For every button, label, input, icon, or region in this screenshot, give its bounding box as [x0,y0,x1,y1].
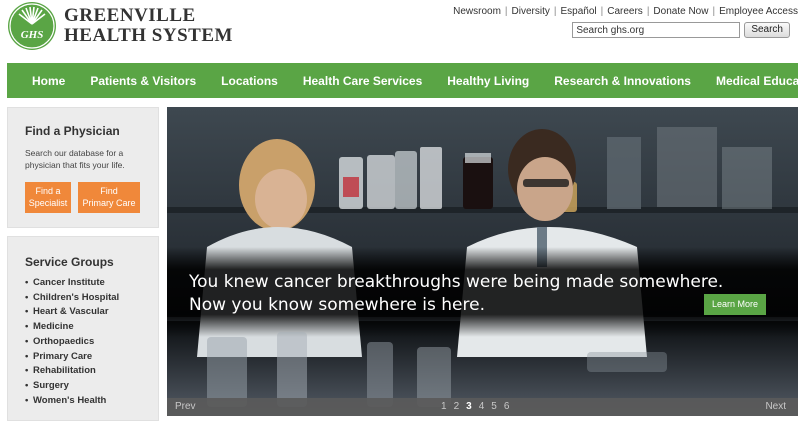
service-orthopaedics[interactable]: Orthopaedics [25,335,158,350]
service-groups-title: Service Groups [25,255,114,269]
link-employee-access[interactable]: Employee Access [719,6,798,17]
find-physician-title: Find a Physician [25,124,120,138]
main-nav: Home Patients & Visitors Locations Healt… [7,63,800,98]
logo-line1: GREENVILLE [64,5,196,26]
find-primary-care-button[interactable]: Find Primary Care [78,182,140,213]
utility-links: Newsroom | Diversity | Español | Careers | Donat… [453,6,798,17]
service-womens-health[interactable]: Women's Health [25,394,158,409]
slide-page-5[interactable]: 5 [491,401,497,412]
find-specialist-line2: Specialist [28,198,68,208]
ghs-logo[interactable]: GHS GREENVILLE HEALTH SYSTEM [8,2,233,50]
nav-patients-visitors[interactable]: Patients & Visitors [90,74,196,88]
nav-locations[interactable]: Locations [221,74,278,88]
find-specialist-button[interactable]: Find a Specialist [25,182,71,213]
learn-more-button[interactable]: Learn More [704,294,766,315]
slide-page-numbers: 1 2 3 4 5 6 [441,401,516,412]
ghs-palmetto-logo-icon: GHS [8,2,56,50]
find-specialist-line1: Find a [35,186,61,196]
nav-medical-education[interactable]: Medical Education [716,74,800,88]
slide-page-4[interactable]: 4 [479,401,485,412]
service-groups-panel: Service Groups Cancer Institute Children… [7,236,159,421]
nav-healthy-living[interactable]: Healthy Living [447,74,529,88]
find-primary-care-line1: Find [100,186,118,196]
link-careers[interactable]: Careers [607,6,643,17]
hero-caption: You knew cancer breakthroughs were being… [189,271,723,317]
service-groups-list: Cancer Institute Children's Hospital Hea… [25,276,158,408]
logo-mark-text: GHS [21,29,44,41]
hero-slideshow[interactable]: You knew cancer breakthroughs were being… [167,107,798,416]
hero-caption-line2: Now you know somewhere is here. [189,295,485,315]
slide-page-3-active[interactable]: 3 [466,401,472,412]
link-espanol[interactable]: Español [560,6,596,17]
service-medicine[interactable]: Medicine [25,320,158,335]
find-physician-panel: Find a Physician Search our database for… [7,107,159,228]
nav-home[interactable]: Home [32,74,65,88]
service-primary-care[interactable]: Primary Care [25,350,158,365]
service-rehabilitation[interactable]: Rehabilitation [25,364,158,379]
next-slide-button[interactable]: Next [765,401,786,412]
prev-slide-button[interactable]: Prev [175,401,196,412]
slideshow-pager: Prev 1 2 3 4 5 6 Next [167,398,798,416]
find-physician-description: Search our database for a physician that… [25,148,125,170]
find-primary-care-line2: Primary Care [82,198,136,208]
link-diversity[interactable]: Diversity [512,6,550,17]
link-newsroom[interactable]: Newsroom [453,6,501,17]
site-search: Search [572,22,790,38]
hero-caption-line1: You knew cancer breakthroughs were being… [189,272,724,292]
nav-health-care-services[interactable]: Health Care Services [303,74,422,88]
find-physician-buttons: Find a Specialist Find Primary Care [25,182,158,213]
slide-page-1[interactable]: 1 [441,401,447,412]
search-input[interactable] [572,22,741,38]
search-button[interactable]: Search [744,22,790,38]
service-childrens-hospital[interactable]: Children's Hospital [25,291,158,306]
link-donate-now[interactable]: Donate Now [653,6,708,17]
logo-line2: HEALTH SYSTEM [64,25,233,46]
slide-page-6[interactable]: 6 [504,401,510,412]
service-surgery[interactable]: Surgery [25,379,158,394]
logo-wordmark: GREENVILLE HEALTH SYSTEM [64,6,233,46]
nav-research-innovations[interactable]: Research & Innovations [554,74,691,88]
service-heart-vascular[interactable]: Heart & Vascular [25,305,158,320]
service-cancer-institute[interactable]: Cancer Institute [25,276,158,291]
hero-lab-photo [167,107,798,416]
slide-page-2[interactable]: 2 [454,401,460,412]
